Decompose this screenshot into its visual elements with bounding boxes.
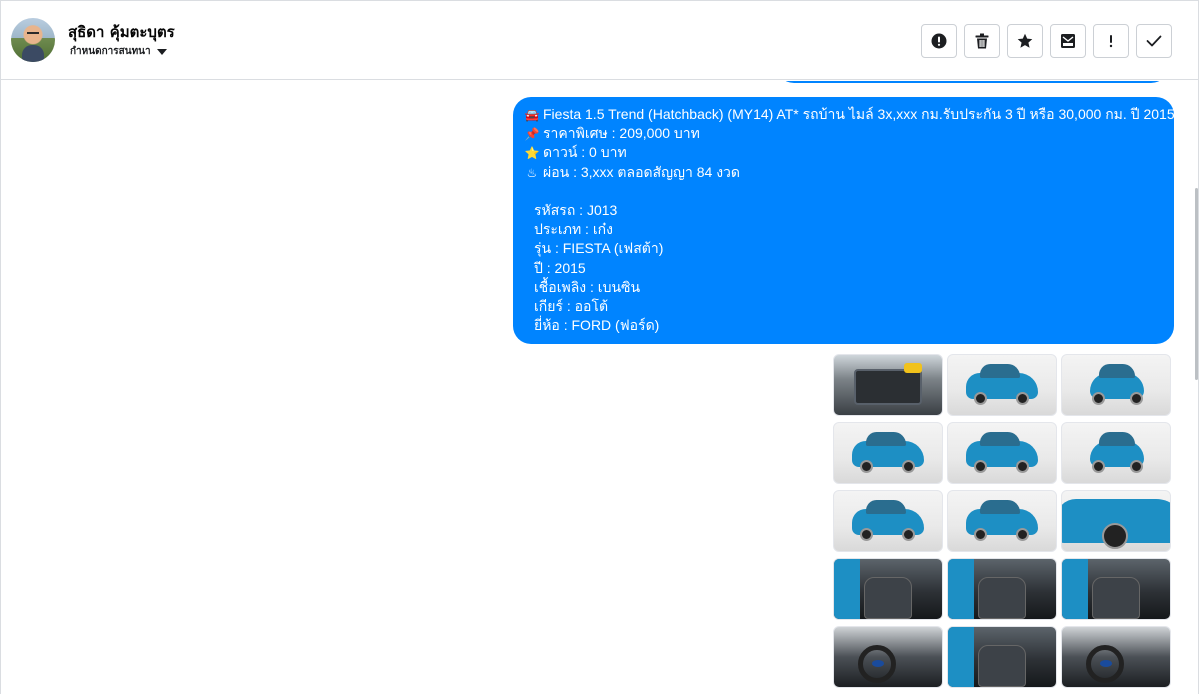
photo-detail — [1092, 392, 1105, 405]
photo-detail — [834, 559, 860, 619]
gallery-photo[interactable] — [947, 558, 1057, 620]
gallery-photo[interactable] — [947, 422, 1057, 484]
header-actions — [921, 24, 1172, 58]
hot-springs-icon: ♨ — [526, 165, 538, 180]
car-icon: 🚘 — [524, 108, 540, 122]
envelope-archive-icon — [1061, 34, 1075, 48]
check-icon — [1146, 35, 1162, 47]
photo-detail — [978, 577, 1026, 619]
gallery-photo[interactable] — [947, 490, 1057, 552]
avatar[interactable] — [11, 18, 55, 62]
gallery-photo[interactable] — [1061, 626, 1171, 688]
photo-detail — [902, 460, 915, 473]
photo-detail — [872, 660, 884, 667]
photo-detail — [1016, 460, 1029, 473]
photo-detail — [974, 528, 987, 541]
photo-detail — [1092, 460, 1105, 473]
star-emoji-icon: ⭐ — [524, 146, 540, 161]
contact-name[interactable]: สุธิดา คุ้มตะบุตร — [68, 20, 175, 44]
gallery-photo[interactable] — [1061, 354, 1171, 416]
alert-circle-icon — [931, 33, 947, 49]
spec-line: ยี่ห้อ : FORD (ฟอร์ด) — [534, 317, 660, 334]
photo-detail — [904, 363, 922, 373]
photo-detail — [1016, 392, 1029, 405]
photo-detail — [860, 460, 873, 473]
conversation-scrollbar[interactable] — [1195, 188, 1198, 380]
message-line: 🚘 Fiesta 1.5 Trend (Hatchback) (MY14) AT*… — [524, 105, 1175, 124]
spec-line: รุ่น : FIESTA (เฟสต้า) — [534, 240, 664, 257]
message-line: ♨ ผ่อน : 3,xxx ตลอดสัญญา 84 งวด — [524, 163, 1163, 182]
pin-icon: 📌 — [524, 127, 540, 142]
message-line-text: Fiesta 1.5 Trend (Hatchback) (MY14) AT* … — [543, 106, 1175, 122]
message-line: ⭐ ดาวน์ : 0 บาท — [524, 143, 1163, 162]
photo-detail — [1100, 660, 1112, 667]
photo-detail — [1092, 577, 1140, 619]
photo-detail — [978, 645, 1026, 687]
conversation-thread[interactable]: 🚘 Fiesta 1.5 Trend (Hatchback) (MY14) AT*… — [1, 81, 1185, 694]
photo-detail — [1016, 528, 1029, 541]
gallery-photo[interactable] — [1061, 558, 1171, 620]
gallery-photo[interactable] — [1061, 422, 1171, 484]
photo-detail — [974, 392, 987, 405]
gallery-photo[interactable] — [833, 626, 943, 688]
star-button[interactable] — [1007, 24, 1043, 58]
photo-detail — [854, 369, 922, 405]
message-line-text: ดาวน์ : 0 บาท — [543, 144, 627, 161]
mark-important-button[interactable] — [1093, 24, 1129, 58]
photo-detail — [1102, 523, 1128, 549]
gallery-photo[interactable] — [833, 422, 943, 484]
photo-detail — [948, 627, 974, 687]
spec-line: ประเภท : เก๋ง — [534, 221, 613, 238]
spec-line: ปี : 2015 — [534, 259, 586, 276]
message-line-text: ผ่อน : 3,xxx ตลอดสัญญา 84 งวด — [543, 163, 740, 180]
gallery-photo[interactable] — [833, 490, 943, 552]
assign-conversation-label: กำหนดการสนทนา — [70, 46, 151, 57]
photo-detail — [948, 559, 974, 619]
message-line-text: ราคาพิเศษ : 209,000 บาท — [543, 125, 700, 142]
avatar-shirt — [22, 45, 44, 62]
gallery-photo[interactable] — [947, 626, 1057, 688]
photo-detail — [864, 577, 912, 619]
avatar-glasses — [27, 32, 39, 37]
photo-detail — [860, 528, 873, 541]
conversation-header: สุธิดา คุ้มตะบุตร กำหนดการสนทนา — [1, 1, 1198, 80]
spec-line: เกียร์ : ออโต้ — [534, 297, 609, 314]
photo-gallery — [833, 354, 1171, 688]
message-line: 📌 ราคาพิเศษ : 209,000 บาท — [524, 124, 1163, 143]
report-button[interactable] — [921, 24, 957, 58]
gallery-photo[interactable] — [833, 558, 943, 620]
mark-done-button[interactable] — [1136, 24, 1172, 58]
photo-detail — [1130, 392, 1143, 405]
spec-line: รหัสรถ : J013 — [534, 201, 618, 218]
photo-detail — [902, 528, 915, 541]
gallery-photo[interactable] — [833, 354, 943, 416]
photo-detail — [1130, 460, 1143, 473]
exclamation-icon — [1109, 35, 1113, 48]
photo-detail — [974, 460, 987, 473]
photo-detail — [1062, 559, 1088, 619]
gallery-photo[interactable] — [947, 354, 1057, 416]
caret-down-icon — [156, 48, 167, 55]
message-bubble[interactable]: 🚘 Fiesta 1.5 Trend (Hatchback) (MY14) AT*… — [513, 97, 1175, 345]
previous-message-bubble — [776, 81, 1169, 83]
gallery-photo[interactable] — [1061, 490, 1171, 552]
trash-icon — [975, 33, 989, 49]
archive-button[interactable] — [1050, 24, 1086, 58]
spec-line: เชื้อเพลิง : เบนซิน — [534, 278, 641, 295]
star-icon — [1017, 33, 1033, 48]
delete-button[interactable] — [964, 24, 1000, 58]
assign-conversation-dropdown[interactable]: กำหนดการสนทนา — [70, 44, 167, 59]
